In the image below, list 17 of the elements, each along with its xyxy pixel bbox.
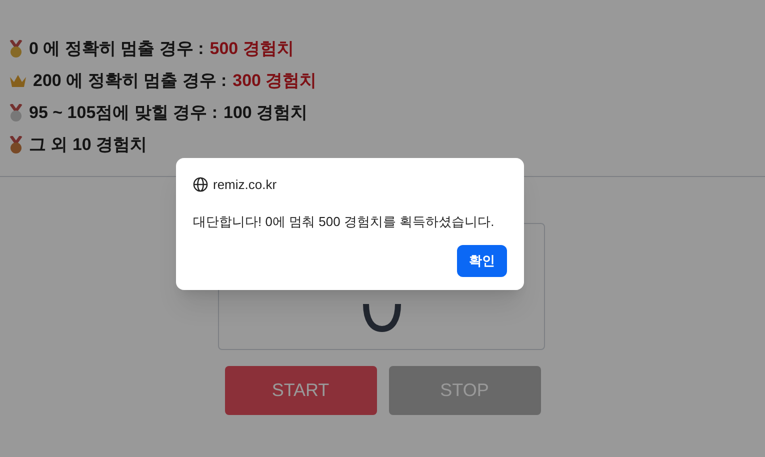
crown-icon <box>9 74 27 88</box>
reward-text: 500 경험치 <box>210 38 294 60</box>
medal-icon <box>9 40 23 58</box>
digit-fragment-drawing <box>362 302 402 332</box>
medal-icon <box>9 104 23 122</box>
rule-text: 그 외 10 경험치 <box>29 134 148 156</box>
medal-icon <box>9 136 23 154</box>
rule-text: 0 에 정확히 멈출 경우 : <box>29 38 204 60</box>
alert-message: 대단합니다! 0에 멈춰 500 경험치를 획득하셨습니다. <box>193 212 496 230</box>
site-name: remiz.co.kr <box>213 176 277 194</box>
ok-button[interactable]: 확인 <box>457 245 507 277</box>
globe-icon <box>193 177 208 192</box>
rule-text: 200 에 정확히 멈출 경우 : <box>33 70 227 92</box>
start-button[interactable]: START <box>224 366 376 415</box>
reward-text: 100 경험치 <box>223 102 308 124</box>
reward-text: 300 경험치 <box>232 70 317 92</box>
rule-text: 95 ~ 105점에 맞힐 경우 : <box>29 102 218 124</box>
